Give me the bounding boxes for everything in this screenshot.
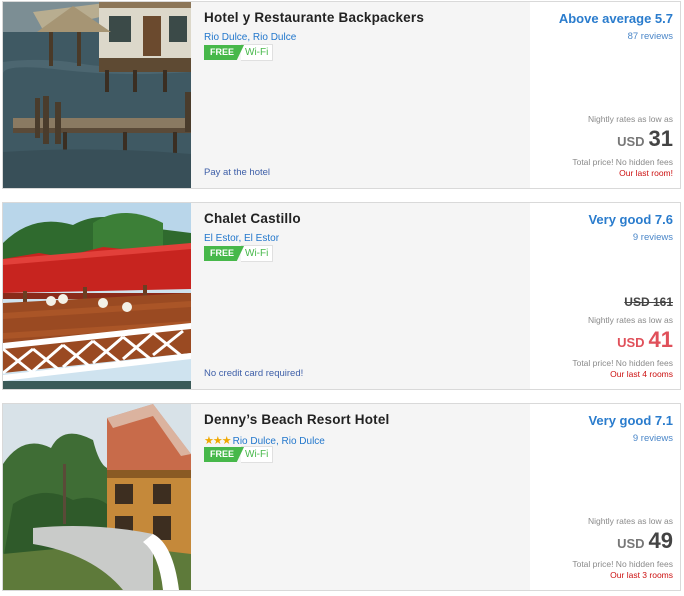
hotel-card[interactable]: Hotel y Restaurante Backpackers Rio Dulc…	[2, 1, 681, 189]
price-panel[interactable]: Above average 5.7 87 reviews Nightly rat…	[530, 2, 680, 188]
star-rating-icon: ★★★	[204, 435, 232, 447]
total-price-note: Total price! No hidden fees	[572, 559, 673, 569]
hotel-photo[interactable]	[3, 404, 191, 590]
location-link[interactable]: Rio Dulce, Rio Dulce	[204, 32, 296, 43]
price-panel[interactable]: Very good 7.1 9 reviews Nightly rates as…	[530, 404, 680, 590]
price-value: 31	[648, 126, 673, 151]
rates-note: Nightly rates as low as	[587, 516, 673, 526]
payment-note: Pay at the hotel	[204, 167, 271, 178]
hotel-info: Hotel y Restaurante Backpackers Rio Dulc…	[191, 2, 531, 188]
nightly-price[interactable]: USD 49	[617, 528, 673, 554]
hotel-name[interactable]: Denny’s Beach Resort Hotel	[204, 412, 390, 427]
total-price-note: Total price! No hidden fees	[572, 157, 673, 167]
nightly-price[interactable]: USD 31	[617, 126, 673, 152]
nightly-price[interactable]: USD 41	[617, 327, 673, 353]
rating-score[interactable]: Very good 7.1	[588, 413, 673, 428]
free-badge: FREE	[204, 45, 245, 60]
hotel-card[interactable]: Denny’s Beach Resort Hotel ★★★ Rio Dulce,…	[2, 403, 681, 591]
hotel-photo[interactable]	[3, 203, 191, 389]
wifi-label: Wi-Fi	[241, 446, 274, 463]
payment-note: No credit card required!	[204, 368, 304, 379]
red-roof-deck-photo-graphic	[3, 203, 191, 389]
price-value: 41	[648, 327, 673, 352]
free-badge: FREE	[204, 246, 245, 261]
availability-note: Our last room!	[619, 168, 673, 178]
original-price: USD 161	[624, 295, 673, 309]
wifi-label: Wi-Fi	[241, 245, 274, 262]
rates-note: Nightly rates as low as	[587, 315, 673, 325]
amenity-badge: FREE Wi-Fi	[204, 245, 274, 262]
hotel-info: Denny’s Beach Resort Hotel ★★★ Rio Dulce,…	[191, 404, 531, 590]
price-value: 49	[648, 528, 673, 553]
availability-note: Our last 4 rooms	[610, 369, 673, 379]
free-badge: FREE	[204, 447, 245, 462]
price-panel[interactable]: Very good 7.6 9 reviews USD 161 Nightly …	[530, 203, 680, 389]
reviews-count[interactable]: 9 reviews	[633, 232, 673, 243]
price-currency: USD	[617, 134, 645, 149]
amenity-badge: FREE Wi-Fi	[204, 446, 274, 463]
location-link[interactable]: El Estor, El Estor	[204, 233, 279, 244]
wooden-lodge-photo-graphic	[3, 404, 191, 590]
price-currency: USD	[617, 536, 645, 551]
rates-note: Nightly rates as low as	[587, 114, 673, 124]
reviews-count[interactable]: 9 reviews	[633, 433, 673, 444]
stilt-house-photo-graphic	[3, 2, 191, 188]
total-price-note: Total price! No hidden fees	[572, 358, 673, 368]
hotel-location[interactable]: Rio Dulce, Rio Dulce	[204, 32, 296, 43]
wifi-label: Wi-Fi	[241, 44, 274, 61]
reviews-count[interactable]: 87 reviews	[628, 31, 673, 42]
hotel-card[interactable]: Chalet Castillo El Estor, El Estor FREE …	[2, 202, 681, 390]
amenity-badge: FREE Wi-Fi	[204, 44, 274, 61]
hotel-name[interactable]: Hotel y Restaurante Backpackers	[204, 10, 424, 25]
hotel-photo[interactable]	[3, 2, 191, 188]
hotel-location[interactable]: El Estor, El Estor	[204, 233, 279, 244]
price-currency: USD	[617, 335, 645, 350]
rating-score[interactable]: Very good 7.6	[588, 212, 673, 227]
hotel-name[interactable]: Chalet Castillo	[204, 211, 301, 226]
hotel-info: Chalet Castillo El Estor, El Estor FREE …	[191, 203, 531, 389]
rating-score[interactable]: Above average 5.7	[559, 11, 673, 26]
availability-note: Our last 3 rooms	[610, 570, 673, 580]
